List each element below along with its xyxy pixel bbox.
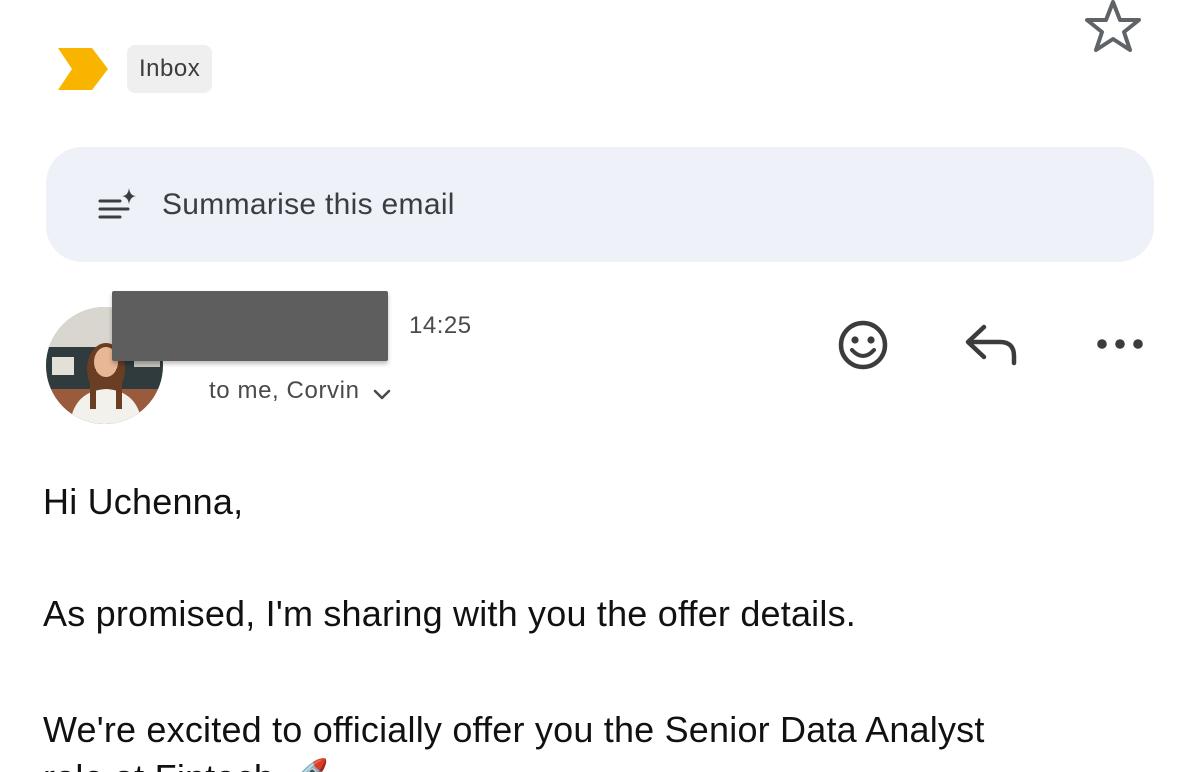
add-reaction-button[interactable] [830, 312, 896, 378]
summarise-email-button[interactable]: Summarise this email [46, 147, 1154, 262]
body-paragraph: We're excited to officially offer you th… [43, 709, 985, 750]
chevron-down-icon [372, 388, 392, 402]
reply-icon [965, 324, 1017, 366]
important-marker-icon[interactable] [56, 48, 108, 90]
summarise-sparkle-icon [98, 185, 138, 225]
inbox-label-chip[interactable]: Inbox [127, 45, 213, 93]
body-paragraph: role at Fintech 🚀 [43, 754, 329, 772]
more-options-button[interactable] [1088, 322, 1152, 366]
star-button[interactable] [1078, 0, 1148, 58]
reply-button[interactable] [958, 316, 1024, 372]
more-horizontal-icon [1097, 339, 1143, 349]
recipients-toggle[interactable]: to me, Corvin [209, 377, 392, 405]
label-row: Inbox [56, 44, 213, 94]
body-paragraph: As promised, I'm sharing with you the of… [43, 593, 856, 634]
email-time: 14:25 [409, 312, 472, 339]
inbox-label-text: Inbox [139, 55, 201, 82]
greeting-line: Hi Uchenna, [43, 481, 244, 522]
email-view: Inbox Summarise this email 14:25 to me, … [0, 0, 1200, 772]
recipients-text: to me, Corvin [209, 377, 360, 404]
sender-name-redacted [112, 291, 388, 361]
add-reaction-icon [838, 320, 888, 370]
summarise-email-label: Summarise this email [162, 187, 455, 221]
star-outline-icon [1085, 0, 1141, 52]
